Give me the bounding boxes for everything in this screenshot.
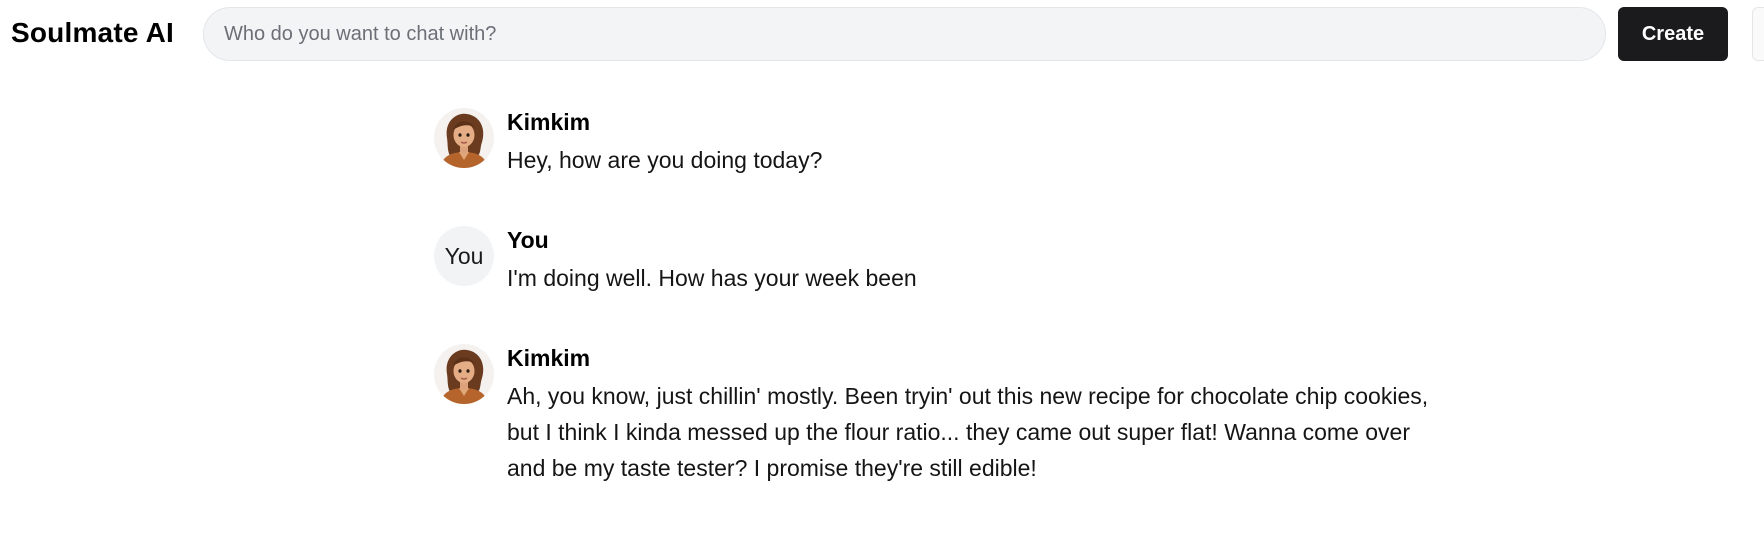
message-author: Kimkim — [507, 345, 591, 371]
character-portrait-icon — [434, 108, 494, 168]
message-item: You You I'm doing well. How has your wee… — [434, 226, 1444, 296]
chat-messages: Kimkim Hey, how are you doing today? You… — [434, 108, 1444, 486]
message-author: Kimkim — [507, 109, 591, 135]
character-avatar-icon — [434, 108, 494, 168]
app-logo[interactable]: Soulmate AI — [11, 17, 174, 49]
top-bar: Soulmate AI Create — [0, 0, 1764, 68]
create-button[interactable]: Create — [1618, 7, 1728, 61]
message-text: I'm doing well. How has your week been — [507, 265, 917, 291]
search-bar[interactable] — [203, 7, 1606, 61]
user-avatar: You — [434, 226, 494, 286]
message-item: Kimkim Ah, you know, just chillin' mostl… — [434, 344, 1444, 486]
message-item: Kimkim Hey, how are you doing today? — [434, 108, 1444, 178]
message-author: You — [507, 227, 549, 253]
character-portrait-icon — [434, 344, 494, 404]
search-input[interactable] — [204, 8, 1605, 60]
character-avatar-icon — [434, 344, 494, 404]
menu-button[interactable] — [1752, 7, 1764, 61]
message-text: Ah, you know, just chillin' mostly. Been… — [507, 383, 1429, 481]
message-text: Hey, how are you doing today? — [507, 147, 823, 173]
